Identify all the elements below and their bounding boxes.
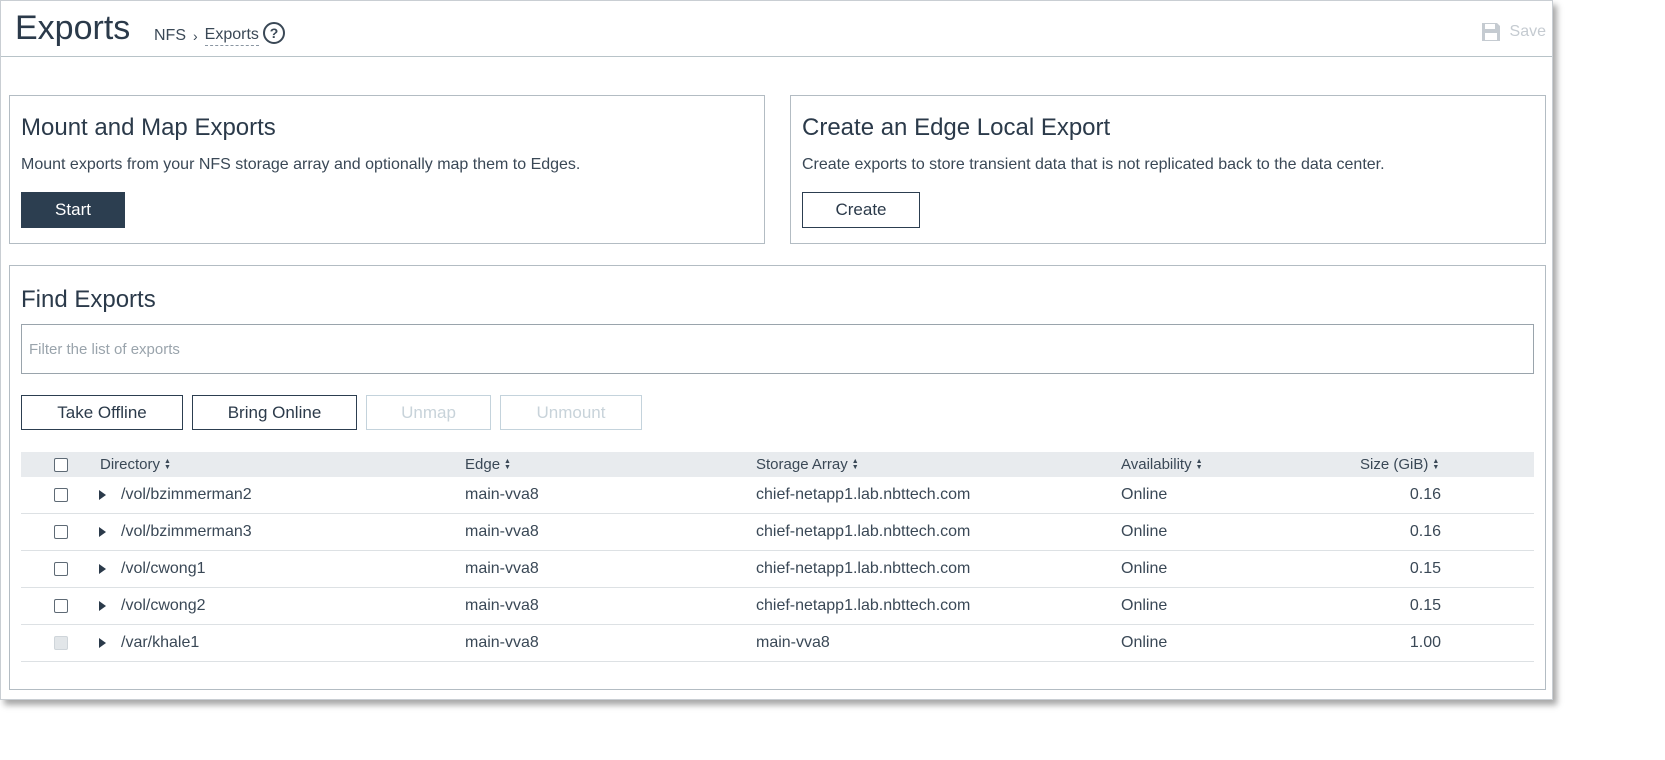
column-label-availability: Availability bbox=[1121, 456, 1192, 473]
row-select-cell bbox=[54, 551, 68, 587]
unmount-button: Unmount bbox=[500, 395, 642, 430]
breadcrumb: NFS › Exports bbox=[154, 26, 259, 46]
row-expand-cell bbox=[99, 477, 106, 513]
cell-size: 0.15 bbox=[1409, 597, 1441, 614]
cell-storage-array: chief-netapp1.lab.nbttech.com bbox=[756, 523, 971, 540]
cell-availability: Online bbox=[1121, 634, 1168, 651]
column-label-edge: Edge bbox=[465, 456, 501, 473]
cell-edge: main-vva8 bbox=[465, 523, 539, 540]
breadcrumb-nfs-link[interactable]: NFS bbox=[154, 27, 186, 45]
row-checkbox-disabled bbox=[54, 636, 68, 650]
help-circle-icon[interactable]: ? bbox=[263, 22, 285, 44]
cell-directory: /vol/cwong2 bbox=[121, 597, 206, 614]
table-row[interactable]: /vol/bzimmerman2 main-vva8 chief-netapp1… bbox=[21, 477, 1534, 514]
edge-local-export-description: Create exports to store transient data t… bbox=[802, 156, 1385, 173]
sort-icon: ▲ ▼ bbox=[1432, 457, 1440, 471]
table-row[interactable]: /vol/cwong2 main-vva8 chief-netapp1.lab.… bbox=[21, 588, 1534, 625]
cell-directory: /vol/bzimmerman2 bbox=[121, 486, 252, 503]
filter-exports-input[interactable] bbox=[21, 324, 1534, 374]
sort-icon: ▲ ▼ bbox=[851, 457, 859, 471]
table-header-row: Directory ▲ ▼ Edge ▲ ▼ Storage Array ▲ ▼ Av… bbox=[21, 452, 1534, 477]
table-row[interactable]: /vol/cwong1 main-vva8 chief-netapp1.lab.… bbox=[21, 551, 1534, 588]
column-header-availability[interactable]: Availability ▲ ▼ bbox=[1121, 452, 1203, 477]
expand-caret-icon[interactable] bbox=[99, 490, 106, 500]
cell-storage-array: chief-netapp1.lab.nbttech.com bbox=[756, 597, 971, 614]
row-select-cell bbox=[54, 514, 68, 550]
column-header-storage-array[interactable]: Storage Array ▲ ▼ bbox=[756, 452, 859, 477]
save-button[interactable]: Save bbox=[1480, 21, 1546, 43]
row-expand-cell bbox=[99, 551, 106, 587]
sort-icon: ▲ ▼ bbox=[504, 457, 511, 471]
create-button[interactable]: Create bbox=[802, 192, 920, 228]
cell-availability: Online bbox=[1121, 523, 1168, 540]
breadcrumb-current: Exports bbox=[204, 26, 259, 46]
table-row[interactable]: /vol/bzimmerman3 main-vva8 chief-netapp1… bbox=[21, 514, 1534, 551]
unmap-button: Unmap bbox=[366, 395, 491, 430]
mount-map-title: Mount and Map Exports bbox=[21, 114, 276, 141]
cell-storage-array: main-vva8 bbox=[756, 634, 830, 651]
column-label-size: Size (GiB) bbox=[1360, 456, 1429, 473]
save-label: Save bbox=[1509, 23, 1546, 40]
expand-caret-icon[interactable] bbox=[99, 527, 106, 537]
cell-size: 0.16 bbox=[1409, 523, 1441, 540]
table-row[interactable]: /var/khale1 main-vva8 main-vva8 Online 1… bbox=[21, 625, 1534, 662]
mount-map-card: Mount and Map Exports Mount exports from… bbox=[9, 95, 765, 244]
cell-edge: main-vva8 bbox=[465, 486, 539, 503]
row-checkbox[interactable] bbox=[54, 599, 68, 613]
edge-local-export-card: Create an Edge Local Export Create expor… bbox=[790, 95, 1546, 244]
cell-directory: /vol/bzimmerman3 bbox=[121, 523, 252, 540]
cell-availability: Online bbox=[1121, 597, 1168, 614]
floppy-disk-icon bbox=[1481, 23, 1500, 41]
page-title: Exports bbox=[15, 9, 131, 47]
row-checkbox[interactable] bbox=[54, 525, 68, 539]
column-header-edge[interactable]: Edge ▲ ▼ bbox=[465, 452, 511, 477]
row-expand-cell bbox=[99, 514, 106, 550]
select-all-checkbox[interactable] bbox=[54, 457, 68, 472]
row-expand-cell bbox=[99, 625, 106, 661]
cell-directory: /vol/cwong1 bbox=[121, 560, 206, 577]
cell-edge: main-vva8 bbox=[465, 634, 539, 651]
row-expand-cell bbox=[99, 588, 106, 624]
cell-size: 0.15 bbox=[1409, 560, 1441, 577]
column-label-directory: Directory bbox=[100, 456, 161, 473]
column-header-directory[interactable]: Directory ▲ ▼ bbox=[100, 452, 171, 477]
expand-caret-icon[interactable] bbox=[99, 638, 106, 648]
cell-availability: Online bbox=[1121, 486, 1168, 503]
sort-icon: ▲ ▼ bbox=[1195, 457, 1203, 471]
app-frame: Exports NFS › Exports ? Save Mount and M… bbox=[0, 0, 1553, 700]
row-select-cell bbox=[54, 625, 68, 661]
mount-map-description: Mount exports from your NFS storage arra… bbox=[21, 156, 581, 173]
cell-edge: main-vva8 bbox=[465, 560, 539, 577]
cell-storage-array: chief-netapp1.lab.nbttech.com bbox=[756, 560, 971, 577]
column-label-storage-array: Storage Array bbox=[756, 456, 848, 473]
cell-edge: main-vva8 bbox=[465, 597, 539, 614]
expand-caret-icon[interactable] bbox=[99, 601, 106, 611]
row-select-cell bbox=[54, 588, 68, 624]
start-button[interactable]: Start bbox=[21, 192, 125, 228]
breadcrumb-separator: › bbox=[193, 28, 198, 44]
cell-directory: /var/khale1 bbox=[121, 634, 200, 651]
select-all-cell bbox=[54, 452, 68, 477]
cell-size: 0.16 bbox=[1409, 486, 1441, 503]
take-offline-button[interactable]: Take Offline bbox=[21, 395, 183, 430]
expand-caret-icon[interactable] bbox=[99, 564, 106, 574]
bring-online-button[interactable]: Bring Online bbox=[192, 395, 357, 430]
find-exports-card: Find Exports Take Offline Bring Online U… bbox=[9, 265, 1546, 690]
row-select-cell bbox=[54, 477, 68, 513]
row-checkbox[interactable] bbox=[54, 562, 68, 576]
column-header-size[interactable]: Size (GiB) ▲ ▼ bbox=[1360, 452, 1439, 477]
cell-availability: Online bbox=[1121, 560, 1168, 577]
row-checkbox[interactable] bbox=[54, 488, 68, 502]
cell-size: 1.00 bbox=[1409, 634, 1441, 651]
page-header: Exports NFS › Exports ? Save bbox=[1, 1, 1552, 57]
find-exports-title: Find Exports bbox=[21, 286, 156, 313]
sort-icon: ▲ ▼ bbox=[164, 457, 171, 471]
cell-storage-array: chief-netapp1.lab.nbttech.com bbox=[756, 486, 971, 503]
exports-table: Directory ▲ ▼ Edge ▲ ▼ Storage Array ▲ ▼ Av… bbox=[21, 452, 1534, 662]
edge-local-export-title: Create an Edge Local Export bbox=[802, 114, 1111, 141]
